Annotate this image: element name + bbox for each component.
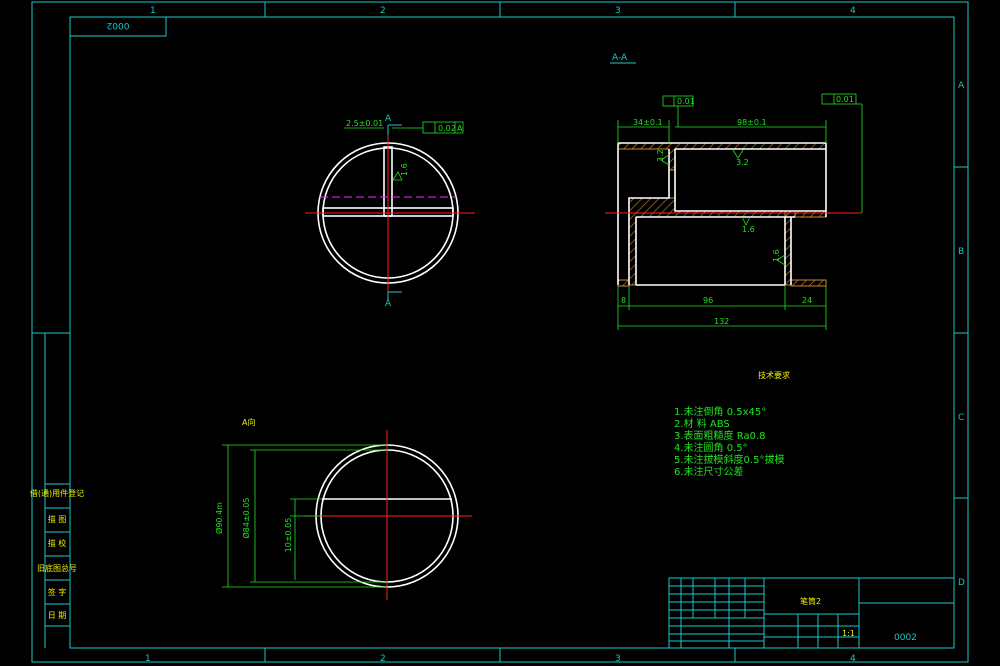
tech-req-list: 1.未注倒角 0.5x45° 2.材 料 ABS 3.表面粗糙度 Ra0.8 4…: [674, 405, 784, 478]
section-perp-tol: 0.01: [836, 95, 854, 104]
stamp-label: 签 字: [48, 587, 67, 597]
zone-col-1-top: 1: [150, 6, 156, 16]
section-dim-8: 8: [621, 296, 626, 305]
section-dim-left: 34±0.1: [633, 118, 663, 127]
zone-col-3-bottom: 3: [615, 654, 621, 664]
front-tolerance-value: 0.02: [438, 124, 456, 133]
zone-col-2-bottom: 2: [380, 654, 386, 664]
section-parallel-tol: 0.01: [677, 97, 695, 106]
zone-col-3-top: 3: [615, 6, 621, 16]
zone-col-2-top: 2: [380, 6, 386, 16]
section-roughness-b: 3.2: [656, 149, 665, 162]
stamp-label: 借(通)用件登记: [30, 488, 84, 498]
zone-row-c: C: [958, 413, 964, 423]
cad-drawing: 1 2 3 4 1 2 3 4 A B C D 0002 借(通)用件登记 描 …: [30, 1, 969, 664]
front-roughness: 1.6: [400, 163, 409, 176]
bottom-dia-inner: Ø84±0.05: [241, 498, 251, 539]
section-mark-top: A: [385, 114, 392, 124]
bottom-view: [222, 430, 472, 600]
zone-row-d: D: [958, 578, 965, 588]
tech-req-item: 4.未注圆角 0.5°: [674, 441, 748, 454]
scale-value: 1:1: [842, 629, 855, 638]
tech-req-item: 5.未注拔模斜度0.5°拔模: [674, 453, 784, 466]
tech-req-item: 1.未注倒角 0.5x45°: [674, 405, 766, 418]
zone-col-4-top: 4: [850, 6, 856, 16]
part-name: 笔筒2: [800, 596, 821, 606]
front-view: [305, 121, 475, 300]
zone-col-4-bottom: 4: [850, 654, 856, 664]
front-dim-width: 2.5±0.01: [346, 119, 383, 128]
zone-col-1-bottom: 1: [145, 654, 151, 664]
tech-req-item: 2.材 料 ABS: [674, 417, 730, 430]
section-roughness-c: 1.6: [742, 225, 755, 234]
tech-req-item: 3.表面粗糙度 Ra0.8: [674, 429, 765, 442]
section-dim-132: 132: [714, 317, 729, 326]
drawing-number-top: 0002: [107, 20, 130, 30]
section-dim-24: 24: [802, 296, 812, 305]
section-roughness-d: 1.6: [772, 249, 781, 262]
bottom-slot-dim: 10±0.05: [284, 518, 293, 553]
front-tolerance-datum: A: [457, 124, 463, 133]
stamp-label: 旧底图总号: [37, 563, 77, 573]
stamp-label: 日 期: [48, 611, 67, 620]
section-dim-right: 98±0.1: [737, 118, 767, 127]
section-roughness-a: 3.2: [736, 158, 749, 167]
drawing-frame: [31, 1, 969, 663]
section-title: A-A: [612, 53, 628, 63]
section-view: [605, 93, 863, 330]
drawing-number: 0002: [894, 633, 917, 643]
bottom-view-label: A向: [242, 417, 255, 427]
zone-row-b: B: [958, 247, 964, 257]
tech-req-title: 技术要求: [758, 370, 790, 380]
bottom-dia-outer: Ø90.4m: [214, 502, 224, 534]
section-mark-bottom: A: [385, 299, 392, 309]
stamp-label: 描 图: [48, 514, 67, 524]
section-dim-96: 96: [703, 296, 713, 305]
zone-row-a: A: [958, 81, 965, 91]
stamp-label: 描 校: [48, 538, 67, 548]
tech-req-item: 6.未注尺寸公差: [674, 465, 744, 478]
